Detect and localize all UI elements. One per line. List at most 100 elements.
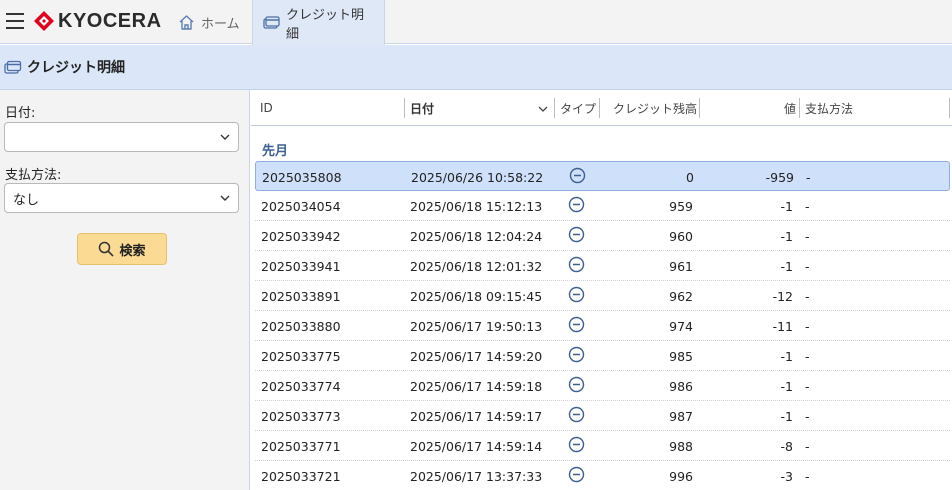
date-filter-select[interactable] <box>4 122 239 152</box>
cell-date: 2025/06/17 14:59:20 <box>410 348 543 364</box>
cell-value: -12 <box>772 288 793 304</box>
table-row[interactable]: 2025033891 2025/06/18 09:15:45 962 -12- <box>255 281 950 311</box>
cell-value: -3 <box>780 468 793 484</box>
cell-credit-balance: 987 <box>669 408 693 424</box>
cell-payment-method: - <box>805 438 810 454</box>
cell-date: 2025/06/18 15:12:13 <box>410 198 543 214</box>
brand-name: KYOCERA <box>58 9 162 32</box>
cell-id: 2025033942 <box>261 228 341 244</box>
cell-id: 2025033774 <box>261 378 341 394</box>
cell-date: 2025/06/18 12:04:24 <box>410 228 543 244</box>
minus-circle-icon <box>568 436 585 452</box>
column-header-date[interactable]: 日付 <box>410 90 434 126</box>
cell-id: 2025033775 <box>261 348 341 364</box>
table-row[interactable]: 2025033942 2025/06/18 12:04:24 960 -1- <box>255 221 950 251</box>
table-row[interactable]: 2025033773 2025/06/17 14:59:17 987 -1- <box>255 401 950 431</box>
search-button[interactable]: 検索 <box>77 233 167 265</box>
cell-date: 2025/06/18 09:15:45 <box>410 288 543 304</box>
page-title: クレジット明細 <box>27 60 125 76</box>
table-row[interactable]: 2025033775 2025/06/17 14:59:20 985 -1- <box>255 341 950 371</box>
column-header-value[interactable]: 値 <box>701 90 796 126</box>
date-filter-label: 日付: <box>5 106 36 121</box>
cell-payment-method: - <box>805 198 810 214</box>
cell-value: -1 <box>780 228 793 244</box>
cell-payment-method: - <box>805 378 810 394</box>
cell-credit-balance: 996 <box>669 468 693 484</box>
cell-type <box>568 249 585 279</box>
cell-payment-method: - <box>805 288 810 304</box>
payment-method-value: なし <box>13 192 40 208</box>
cell-credit-balance: 0 <box>686 169 694 185</box>
cell-id: 2025033721 <box>261 468 341 484</box>
brand-logo: KYOCERA <box>33 9 162 33</box>
column-header-credit-balance[interactable]: クレジット残高 <box>601 90 697 126</box>
cell-credit-balance: 960 <box>669 228 693 244</box>
home-icon <box>178 14 195 31</box>
cell-type <box>568 429 585 459</box>
search-button-label: 検索 <box>119 243 146 259</box>
table-header: ID 日付 タイプ クレジット残高 値 支払方法 <box>251 90 952 126</box>
cell-payment-method: - <box>805 408 810 424</box>
minus-circle-icon <box>569 167 586 183</box>
cell-id: 2025034054 <box>261 198 341 214</box>
cell-value: -1 <box>780 378 793 394</box>
cell-type <box>568 459 585 489</box>
cell-id: 2025033773 <box>261 408 341 424</box>
cell-credit-balance: 959 <box>669 198 693 214</box>
sort-chevron-down-icon[interactable] <box>538 104 548 114</box>
column-header-type[interactable]: タイプ <box>560 90 596 126</box>
cell-date: 2025/06/17 13:37:33 <box>410 468 543 484</box>
cell-type <box>568 219 585 249</box>
cell-type <box>568 369 585 399</box>
table-row[interactable]: 2025034054 2025/06/18 15:12:13 959 -1- <box>255 191 950 221</box>
tab-credit-label: クレジット明細 <box>286 7 365 42</box>
minus-circle-icon <box>568 256 585 272</box>
minus-circle-icon <box>568 196 585 212</box>
cell-id: 2025035808 <box>262 169 342 185</box>
cell-value: -11 <box>772 318 793 334</box>
credit-card-icon <box>263 14 280 31</box>
tab-credit-statement[interactable]: クレジット明細 <box>252 0 385 45</box>
cell-credit-balance: 985 <box>669 348 693 364</box>
top-bar: KYOCERA ホーム クレジット明細 <box>0 0 952 45</box>
cell-date: 2025/06/17 14:59:14 <box>410 438 543 454</box>
table-row[interactable]: 2025033774 2025/06/17 14:59:18 986 -1- <box>255 371 950 401</box>
cell-date: 2025/06/17 14:59:18 <box>410 378 543 394</box>
payment-method-select[interactable]: なし <box>4 183 239 213</box>
table-row[interactable]: 2025033771 2025/06/17 14:59:14 988 -8- <box>255 431 950 461</box>
cell-id: 2025033891 <box>261 288 341 304</box>
cell-value: -1 <box>780 348 793 364</box>
minus-circle-icon <box>568 226 585 242</box>
cell-credit-balance: 961 <box>669 258 693 274</box>
cell-type <box>568 309 585 339</box>
minus-circle-icon <box>568 316 585 332</box>
table-row[interactable]: 2025033941 2025/06/18 12:01:32 961 -1- <box>255 251 950 281</box>
cell-payment-method: - <box>805 468 810 484</box>
table-row[interactable]: 2025033721 2025/06/17 13:37:33 996 -3- <box>255 461 950 490</box>
page-header: クレジット明細 <box>0 45 952 90</box>
column-header-payment-method[interactable]: 支払方法 <box>805 90 853 126</box>
cell-value: -8 <box>780 438 793 454</box>
cell-payment-method: - <box>805 318 810 334</box>
table-row[interactable]: 2025033880 2025/06/17 19:50:13 974 -11- <box>255 311 950 341</box>
minus-circle-icon <box>568 376 585 392</box>
payment-filter-label: 支払方法: <box>5 168 62 183</box>
kyocera-logo-mark-icon <box>34 11 54 31</box>
cell-type <box>568 189 585 219</box>
cell-value: -1 <box>780 198 793 214</box>
cell-type <box>569 160 586 190</box>
cell-date: 2025/06/17 14:59:17 <box>410 408 543 424</box>
cell-date: 2025/06/18 12:01:32 <box>410 258 543 274</box>
column-header-id[interactable]: ID <box>260 90 273 126</box>
cell-payment-method: - <box>805 348 810 364</box>
hamburger-menu-icon[interactable] <box>6 13 24 29</box>
tab-home[interactable]: ホーム <box>168 0 252 44</box>
table-row[interactable]: 2025035808 2025/06/26 10:58:22 0 -959- <box>255 161 950 191</box>
cell-credit-balance: 986 <box>669 378 693 394</box>
cell-id: 2025033941 <box>261 258 341 274</box>
group-label-last-month: 先月 <box>262 144 289 159</box>
chevron-down-icon <box>220 195 230 201</box>
tab-home-label: ホーム <box>201 16 240 32</box>
cell-credit-balance: 974 <box>669 318 693 334</box>
cell-date: 2025/06/26 10:58:22 <box>411 169 544 185</box>
